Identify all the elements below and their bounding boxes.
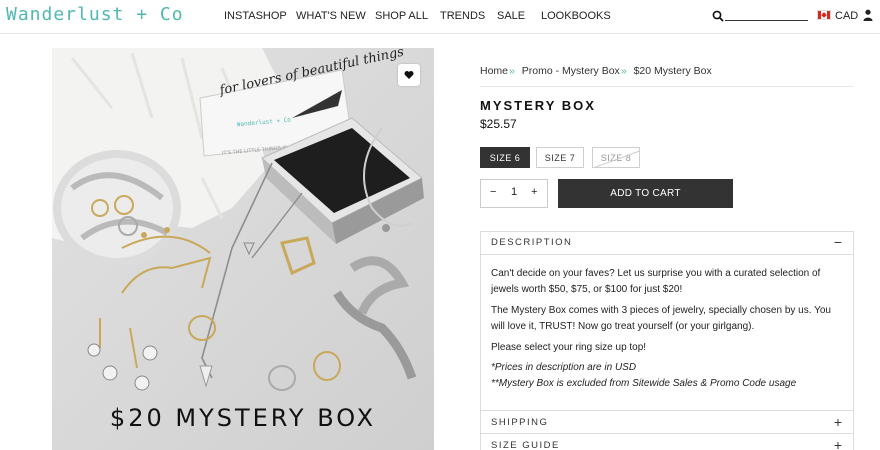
nav-whats-new[interactable]: WHAT'S NEW: [296, 10, 366, 22]
nav-trends[interactable]: TRENDS: [440, 10, 485, 22]
accordion-description-header[interactable]: DESCRIPTION −: [480, 231, 854, 255]
nav-lookbooks[interactable]: LOOKBOOKS: [541, 10, 611, 22]
wishlist-heart-button[interactable]: [398, 64, 420, 86]
nav-shop-all[interactable]: SHOP ALL: [375, 10, 428, 22]
accordion-size-guide-header[interactable]: SIZE GUIDE +: [480, 434, 854, 450]
site-logo[interactable]: Wanderlust + Co: [6, 4, 184, 25]
size-7-button[interactable]: SIZE 7: [536, 147, 584, 168]
breadcrumb-current: $20 Mystery Box: [633, 65, 712, 77]
qty-value[interactable]: 1: [511, 186, 517, 198]
breadcrumb-separator: »: [620, 65, 627, 77]
expand-icon[interactable]: +: [834, 437, 842, 450]
canada-flag-icon[interactable]: [817, 10, 831, 20]
description-paragraph: Can't decide on your faves? Let us surpr…: [491, 268, 821, 295]
divider: [480, 86, 854, 87]
breadcrumb-home[interactable]: Home: [480, 65, 508, 77]
description-note: **Mystery Box is excluded from Sitewide …: [491, 378, 797, 389]
quantity-stepper: − 1 +: [480, 179, 548, 208]
user-icon[interactable]: [863, 9, 873, 21]
nav-sale[interactable]: SALE: [497, 10, 525, 22]
accordion-shipping-label: SHIPPING: [491, 417, 549, 428]
product-image: for lovers of beautiful things Wanderlus…: [52, 48, 434, 450]
sold-out-strike: [593, 148, 639, 167]
breadcrumb: Home» Promo - Mystery Box» $20 Mystery B…: [480, 65, 712, 77]
product-photo: for lovers of beautiful things Wanderlus…: [52, 48, 434, 450]
image-caption: $20 MYSTERY BOX: [109, 404, 377, 432]
product-price: $25.57: [480, 117, 517, 131]
description-note: *Prices in description are in USD: [491, 362, 637, 373]
product-title: MYSTERY BOX: [480, 98, 596, 113]
qty-decrease-button[interactable]: −: [490, 186, 496, 198]
description-paragraph: Please select your ring size up top!: [491, 342, 647, 353]
qty-increase-button[interactable]: +: [531, 186, 537, 198]
heart-icon: [404, 71, 414, 79]
currency-selector[interactable]: CAD: [835, 10, 858, 22]
accordion-description-label: DESCRIPTION: [491, 237, 573, 248]
size-8-button[interactable]: SIZE 8: [592, 147, 640, 168]
expand-icon[interactable]: +: [834, 414, 842, 430]
description-paragraph: The Mystery Box comes with 3 pieces of j…: [491, 305, 831, 332]
collapse-icon[interactable]: −: [834, 234, 842, 250]
search-input[interactable]: [725, 20, 808, 21]
breadcrumb-promo[interactable]: Promo - Mystery Box: [522, 65, 620, 77]
site-header: Wanderlust + Co INSTASHOP WHAT'S NEW SHO…: [0, 0, 880, 34]
accordion-shipping-header[interactable]: SHIPPING +: [480, 410, 854, 434]
nav-instashop[interactable]: INSTASHOP: [224, 10, 287, 22]
search-icon[interactable]: [712, 10, 724, 22]
size-6-button[interactable]: SIZE 6: [480, 147, 530, 168]
accordion-size-guide-label: SIZE GUIDE: [491, 440, 560, 450]
add-to-cart-button[interactable]: ADD TO CART: [558, 179, 733, 208]
breadcrumb-separator: »: [509, 65, 515, 77]
